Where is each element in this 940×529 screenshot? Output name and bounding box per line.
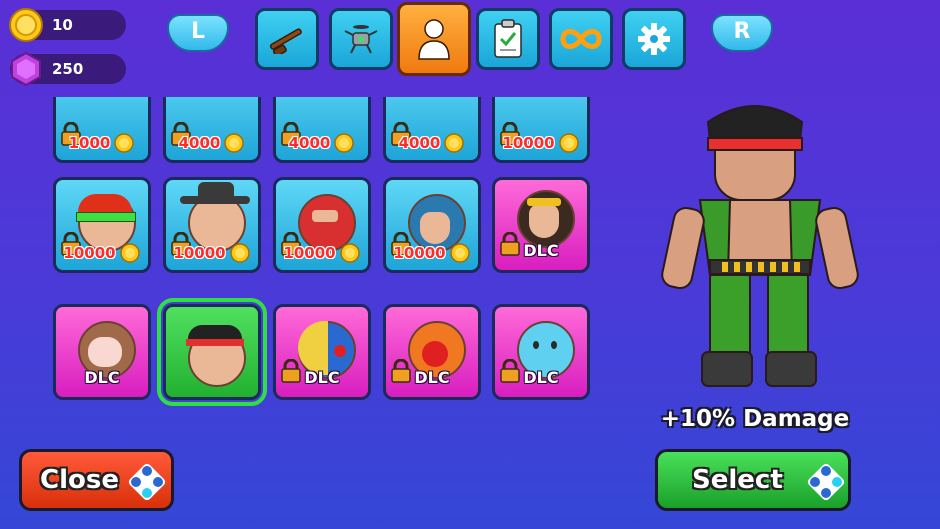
character-tile[interactable]: DLC <box>492 304 590 400</box>
tab-weapons[interactable] <box>255 8 319 70</box>
tile-price: 10000 <box>502 134 555 152</box>
character-tile[interactable]: 10000 <box>492 97 590 163</box>
coin-icon <box>334 133 355 153</box>
tile-price: 4000 <box>398 134 441 152</box>
character-tile[interactable]: 1000 <box>53 97 151 163</box>
character-avatar <box>186 325 246 387</box>
coin-icon <box>224 133 245 153</box>
character-tile[interactable]: 10000 <box>163 177 261 273</box>
gamepad-button-icon <box>128 463 166 501</box>
character-tile[interactable]: DLC <box>383 304 481 400</box>
character-tile[interactable]: DLC <box>492 177 590 273</box>
character-tile-selected[interactable] <box>157 298 267 406</box>
coin-icon <box>114 133 135 153</box>
infinity-icon <box>560 29 602 49</box>
coin-count: 10 <box>52 16 73 34</box>
character-tile[interactable]: 4000 <box>383 97 481 163</box>
character-tile[interactable]: DLC <box>273 304 371 400</box>
character-tile[interactable]: DLC <box>53 304 151 400</box>
tile-dlc-label: DLC <box>304 368 340 387</box>
coin-icon <box>449 243 470 263</box>
tile-price: 10000 <box>283 244 336 262</box>
coin-icon <box>339 243 360 263</box>
select-button-label: Select <box>692 465 783 495</box>
tile-dlc-label: DLC <box>414 368 450 387</box>
character-avatar <box>517 190 575 248</box>
gear-icon <box>638 23 670 55</box>
character-tile[interactable]: 10000 <box>383 177 481 273</box>
gem-count: 250 <box>52 60 84 78</box>
tile-price: 1000 <box>68 134 111 152</box>
close-button[interactable]: Close <box>19 449 174 511</box>
coin-icon <box>229 243 250 263</box>
tile-price: 4000 <box>288 134 331 152</box>
tab-endless[interactable] <box>549 8 613 70</box>
character-perk: +10% Damage <box>660 406 850 432</box>
tile-price: 10000 <box>63 244 116 262</box>
right-shoulder-button[interactable]: R <box>711 14 773 52</box>
coin-balance: 10 <box>9 8 126 42</box>
tab-characters[interactable] <box>397 2 471 76</box>
tile-price: 10000 <box>173 244 226 262</box>
person-icon <box>418 19 450 60</box>
character-tile[interactable]: 4000 <box>163 97 261 163</box>
character-tile[interactable]: 10000 <box>53 177 151 273</box>
tab-drones[interactable] <box>329 8 393 70</box>
close-button-label: Close <box>40 465 119 495</box>
tile-price: 10000 <box>393 244 446 262</box>
left-shoulder-button[interactable]: L <box>167 14 229 52</box>
coin-icon <box>119 243 140 263</box>
drone-icon <box>344 25 378 54</box>
gem-balance: 250 <box>10 51 126 87</box>
select-button[interactable]: Select <box>655 449 851 511</box>
character-tile[interactable]: 10000 <box>273 177 371 273</box>
character-tile[interactable]: 4000 <box>273 97 371 163</box>
coin-icon <box>558 133 579 153</box>
character-row-top: 1000 4000 4000 4000 10000 <box>0 97 600 167</box>
tile-dlc-label: DLC <box>523 241 559 260</box>
tab-settings[interactable] <box>622 8 686 70</box>
tab-missions[interactable] <box>476 8 540 70</box>
gem-icon <box>11 51 41 87</box>
rifle-icon <box>269 28 302 54</box>
coin-icon <box>444 133 465 153</box>
character-preview <box>661 105 859 387</box>
tile-dlc-label: DLC <box>523 368 559 387</box>
clipboard-check-icon <box>494 19 522 58</box>
tile-price: 4000 <box>178 134 221 152</box>
coin-icon <box>9 8 43 42</box>
gamepad-button-icon <box>807 463 845 501</box>
tile-dlc-label: DLC <box>84 368 120 387</box>
